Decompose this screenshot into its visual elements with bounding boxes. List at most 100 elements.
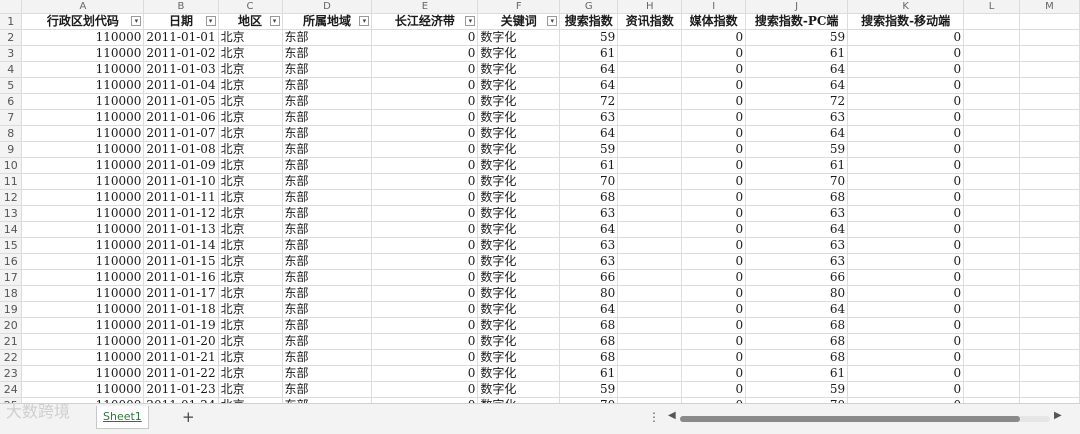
- cell-yangtze[interactable]: 0: [371, 189, 479, 206]
- row-number[interactable]: 22: [0, 349, 23, 366]
- row-number[interactable]: 2: [0, 29, 23, 46]
- row-number[interactable]: 11: [0, 173, 23, 190]
- cell-region[interactable]: 北京: [218, 349, 283, 366]
- cell-area[interactable]: 东部: [282, 349, 373, 366]
- cell-date[interactable]: 2011-01-11: [143, 189, 219, 206]
- cell-region[interactable]: 北京: [218, 221, 283, 238]
- column-header-m[interactable]: M: [1019, 0, 1080, 14]
- column-header-j[interactable]: J: [745, 0, 849, 14]
- cell-region[interactable]: 北京: [218, 125, 283, 142]
- cell-area[interactable]: 东部: [282, 77, 373, 94]
- cell-region-code[interactable]: 110000: [21, 173, 145, 190]
- cell-keyword[interactable]: 数字化: [477, 333, 561, 350]
- column-header-f[interactable]: F: [477, 0, 561, 14]
- cell-news-index[interactable]: [617, 317, 683, 334]
- cell-yangtze[interactable]: 0: [371, 333, 479, 350]
- cell-search-pc[interactable]: 63: [745, 237, 849, 254]
- cell-media-index[interactable]: 0: [681, 253, 747, 270]
- cell-yangtze[interactable]: 0: [371, 301, 479, 318]
- cell-search-pc[interactable]: 61: [745, 45, 849, 62]
- cell-yangtze[interactable]: 0: [371, 349, 479, 366]
- cell-yangtze[interactable]: 0: [371, 221, 479, 238]
- empty-cell[interactable]: [963, 189, 1020, 206]
- cell-media-index[interactable]: 0: [681, 333, 747, 350]
- cell-media-index[interactable]: 0: [681, 317, 747, 334]
- cell-search-index[interactable]: 68: [559, 333, 619, 350]
- cell-region[interactable]: 北京: [218, 141, 283, 158]
- cell-region-code[interactable]: 110000: [21, 45, 145, 62]
- cell-region-code[interactable]: 110000: [21, 285, 145, 302]
- cell-region-code[interactable]: 110000: [21, 317, 145, 334]
- cell-keyword[interactable]: 数字化: [477, 269, 561, 286]
- cell-search-pc[interactable]: 68: [745, 317, 849, 334]
- cell-region-code[interactable]: 110000: [21, 125, 145, 142]
- cell-yangtze[interactable]: 0: [371, 61, 479, 78]
- add-sheet-icon[interactable]: +: [182, 409, 195, 425]
- cell-keyword[interactable]: 数字化: [477, 189, 561, 206]
- column-header-b[interactable]: B: [143, 0, 219, 14]
- cell-news-index[interactable]: [617, 301, 683, 318]
- cell-keyword[interactable]: 数字化: [477, 141, 561, 158]
- empty-cell[interactable]: [963, 349, 1020, 366]
- cell-region-code[interactable]: 110000: [21, 77, 145, 94]
- row-number[interactable]: 20: [0, 317, 23, 334]
- cell-search-index[interactable]: 70: [559, 173, 619, 190]
- cell-search-mobile[interactable]: 0: [847, 77, 965, 94]
- cell-region[interactable]: 北京: [218, 333, 283, 350]
- cell-keyword[interactable]: 数字化: [477, 221, 561, 238]
- cell-area[interactable]: 东部: [282, 45, 373, 62]
- cell-area[interactable]: 东部: [282, 285, 373, 302]
- cell-region-code[interactable]: 110000: [21, 237, 145, 254]
- row-number[interactable]: 14: [0, 221, 23, 238]
- cell-region-code[interactable]: 110000: [21, 141, 145, 158]
- cell-search-pc[interactable]: 70: [745, 173, 849, 190]
- cell-region[interactable]: 北京: [218, 237, 283, 254]
- cell-yangtze[interactable]: 0: [371, 237, 479, 254]
- empty-cell[interactable]: [1019, 301, 1080, 318]
- cell-region[interactable]: 北京: [218, 381, 283, 398]
- empty-cell[interactable]: [963, 93, 1020, 110]
- cell-search-pc[interactable]: 64: [745, 77, 849, 94]
- row-number[interactable]: 19: [0, 301, 23, 318]
- empty-cell[interactable]: [1019, 333, 1080, 350]
- row-number[interactable]: 17: [0, 269, 23, 286]
- cell-yangtze[interactable]: 0: [371, 125, 479, 142]
- cell-yangtze[interactable]: 0: [371, 269, 479, 286]
- cell-keyword[interactable]: 数字化: [477, 29, 561, 46]
- cell-date[interactable]: 2011-01-02: [143, 45, 219, 62]
- cell-search-pc[interactable]: 63: [745, 205, 849, 222]
- cell-search-mobile[interactable]: 0: [847, 301, 965, 318]
- cell-area[interactable]: 东部: [282, 109, 373, 126]
- row-number[interactable]: 15: [0, 237, 23, 254]
- empty-cell[interactable]: [963, 253, 1020, 270]
- empty-cell[interactable]: [1019, 221, 1080, 238]
- cell-area[interactable]: 东部: [282, 173, 373, 190]
- row-number[interactable]: 6: [0, 93, 23, 110]
- cell-area[interactable]: 东部: [282, 381, 373, 398]
- cell-search-index[interactable]: 63: [559, 237, 619, 254]
- cell-region[interactable]: 北京: [218, 317, 283, 334]
- cell-news-index[interactable]: [617, 173, 683, 190]
- filter-dropdown-icon[interactable]: ▾: [547, 16, 558, 26]
- cell-yangtze[interactable]: 0: [371, 93, 479, 110]
- row-number[interactable]: 7: [0, 109, 23, 126]
- cell-search-pc[interactable]: 61: [745, 365, 849, 382]
- cell-search-index[interactable]: 80: [559, 285, 619, 302]
- empty-cell[interactable]: [963, 221, 1020, 238]
- empty-cell[interactable]: [963, 125, 1020, 142]
- empty-cell[interactable]: [963, 45, 1020, 62]
- cell-keyword[interactable]: 数字化: [477, 253, 561, 270]
- cell-search-pc[interactable]: 63: [745, 253, 849, 270]
- cell-news-index[interactable]: [617, 285, 683, 302]
- cell-news-index[interactable]: [617, 333, 683, 350]
- cell-search-index[interactable]: 72: [559, 93, 619, 110]
- cell-news-index[interactable]: [617, 29, 683, 46]
- cell-search-index[interactable]: 64: [559, 61, 619, 78]
- empty-cell[interactable]: [1019, 157, 1080, 174]
- cell-area[interactable]: 东部: [282, 333, 373, 350]
- cell-yangtze[interactable]: 0: [371, 29, 479, 46]
- empty-cell[interactable]: [963, 333, 1020, 350]
- filter-dropdown-icon[interactable]: ▾: [465, 16, 476, 26]
- cell-region-code[interactable]: 110000: [21, 205, 145, 222]
- empty-cell[interactable]: [1019, 173, 1080, 190]
